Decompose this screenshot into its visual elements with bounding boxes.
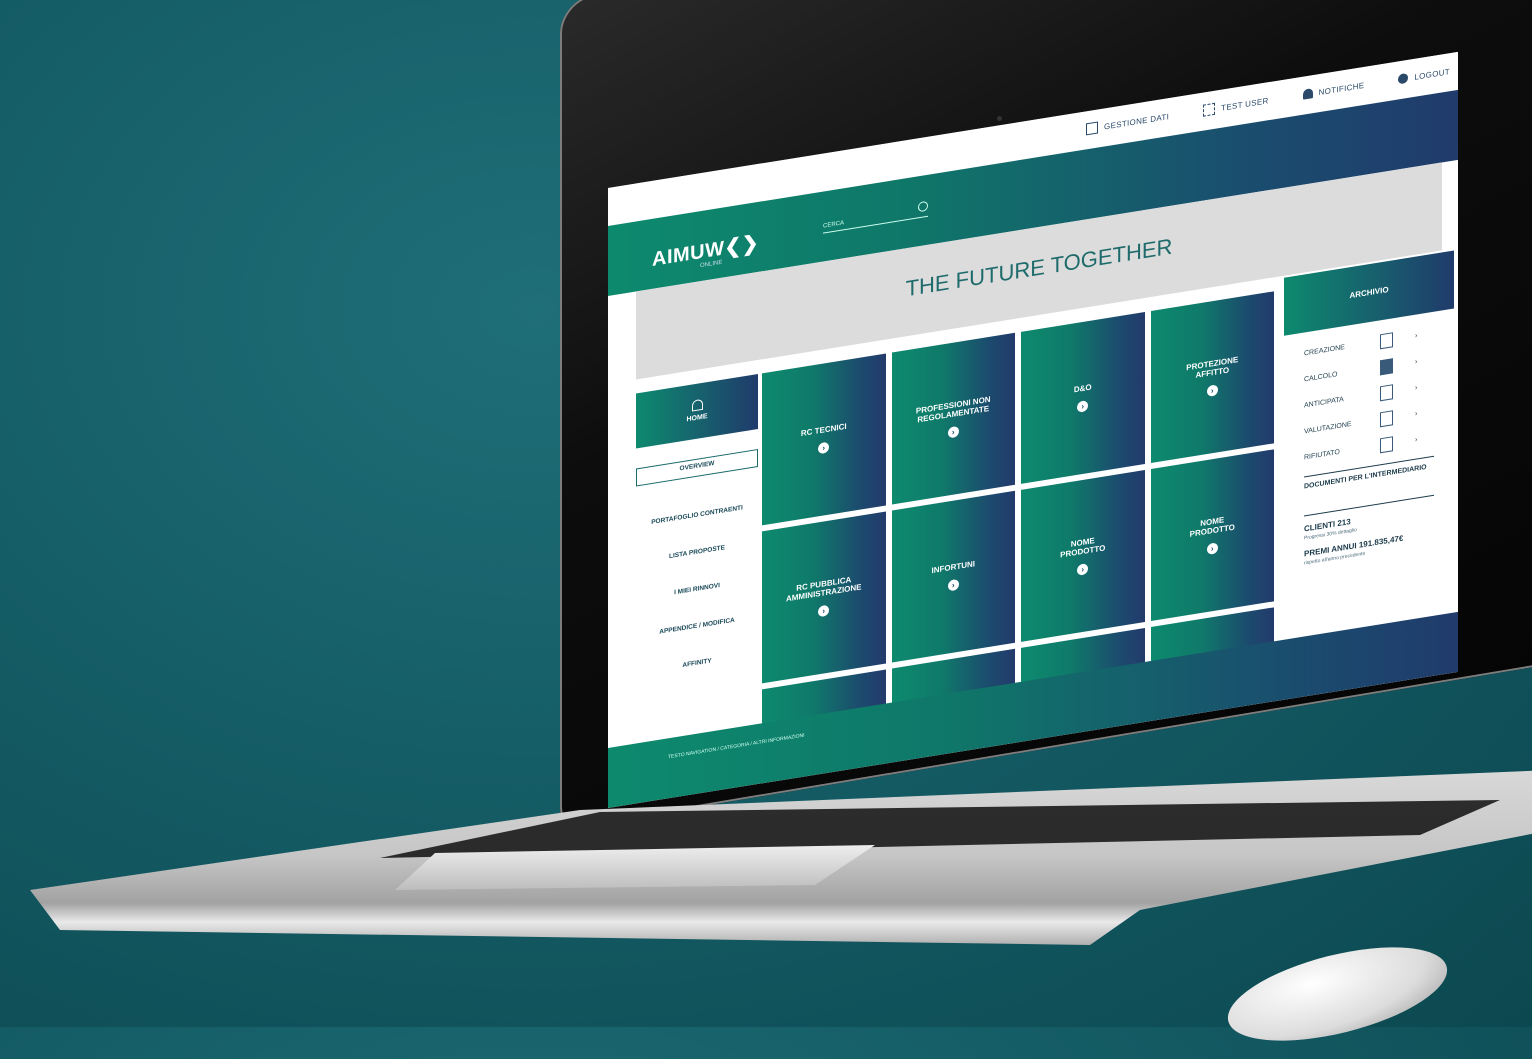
arrow-right-icon: › xyxy=(947,425,959,439)
chevron-right-icon: › xyxy=(1415,435,1418,444)
tile-nome-prodotto-1[interactable]: NOME PRODOTTO › xyxy=(1021,470,1145,642)
nav-logout[interactable]: LOGOUT xyxy=(1398,65,1450,85)
home-icon xyxy=(691,398,703,412)
tile-protezione-affitto[interactable]: PROTEZIONE AFFITTO › xyxy=(1150,291,1274,464)
arrow-right-icon: › xyxy=(1206,541,1218,555)
arrow-right-icon: › xyxy=(947,578,959,592)
arrow-right-icon: › xyxy=(1077,400,1089,413)
chevron-right-icon: › xyxy=(1415,383,1418,392)
tile-do[interactable]: D&O › xyxy=(1021,312,1145,484)
folder-icon xyxy=(1086,121,1099,136)
tile-infortuni[interactable]: INFORTUNI › xyxy=(891,490,1015,663)
arrow-right-icon: › xyxy=(1206,383,1218,397)
users-icon xyxy=(1203,102,1216,117)
document-icon xyxy=(1380,383,1393,401)
nav-gestione-dati[interactable]: GESTIONE DATI xyxy=(1086,110,1169,136)
camera-icon xyxy=(997,116,1002,121)
grid-icon xyxy=(1380,409,1393,427)
document-icon xyxy=(1380,331,1393,349)
nav-test-user[interactable]: TEST USER xyxy=(1203,94,1269,117)
sidebar-menu: OVERVIEW PORTAFOGLIO CONTRAENTI LISTA PR… xyxy=(636,448,758,692)
search-input[interactable]: CERCA xyxy=(823,200,928,234)
user-logout-icon xyxy=(1398,72,1409,85)
arrow-right-icon: › xyxy=(818,604,830,617)
chevron-right-icon: › xyxy=(1415,357,1418,366)
document-icon xyxy=(1380,435,1393,453)
arrow-right-icon: › xyxy=(1077,562,1089,576)
nav-notifiche[interactable]: NOTIFICHE xyxy=(1302,79,1364,101)
arrow-right-icon: › xyxy=(818,441,830,455)
chevron-right-icon: › xyxy=(1415,331,1418,340)
chevron-right-icon: › xyxy=(1415,409,1418,418)
mouse xyxy=(1218,928,1457,1059)
calculator-icon xyxy=(1380,357,1393,375)
tile-professioni[interactable]: PROFESSIONI NON REGOLAMENTATE › xyxy=(891,332,1015,505)
search-icon[interactable] xyxy=(918,200,928,213)
footer-text: TESTO NAVIGATION / CATEGORIA / ALTRI INF… xyxy=(668,732,805,761)
tile-rc-tecnici[interactable]: RC TECNICI › xyxy=(762,353,886,526)
bell-icon xyxy=(1302,88,1313,100)
sidebar-item-overview[interactable]: OVERVIEW xyxy=(636,448,758,487)
sidebar-home[interactable]: HOME xyxy=(636,373,758,449)
tile-nome-prodotto-2[interactable]: NOME PRODOTTO › xyxy=(1150,449,1274,622)
tile-rc-pubblica[interactable]: RC PUBBLICA AMMINISTRAZIONE › xyxy=(762,511,886,684)
archive-panel: CREAZIONE › CALCOLO › ANTICIPATA › VALUTAZI… xyxy=(1284,316,1454,569)
